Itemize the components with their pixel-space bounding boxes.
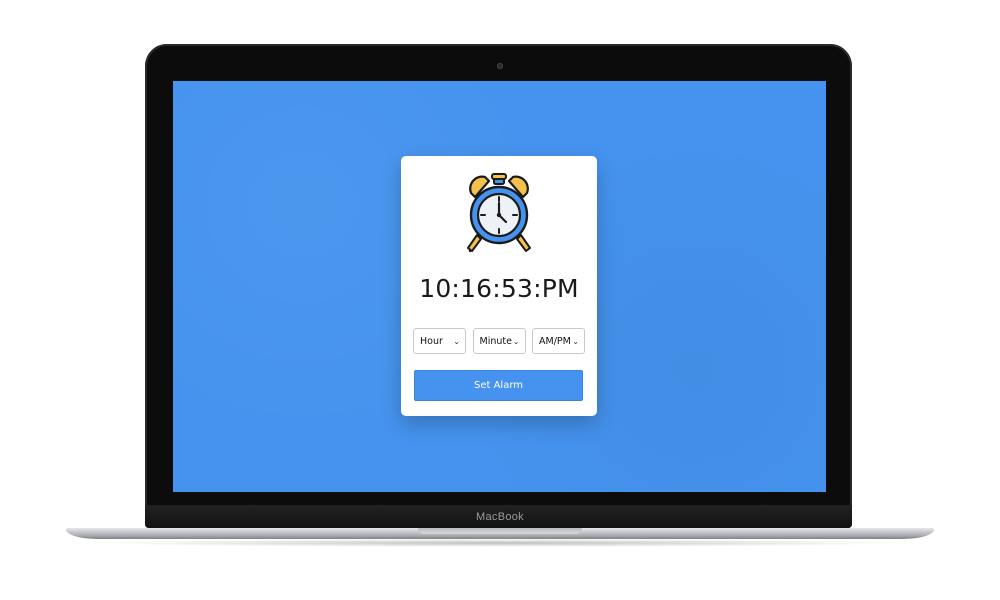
hour-select[interactable]: Hour ⌄	[413, 328, 466, 354]
chevron-down-icon: ⌄	[512, 336, 520, 346]
alarm-clock-icon	[467, 173, 531, 253]
ampm-select[interactable]: AM/PM ⌄	[532, 328, 585, 354]
screen: 10:16:53:PM Hour ⌄ Minute ⌄ AM/PM ⌄ Set …	[173, 81, 826, 492]
chevron-down-icon: ⌄	[453, 336, 460, 346]
chevron-down-icon: ⌄	[572, 336, 579, 346]
minute-select[interactable]: Minute ⌄	[472, 328, 526, 354]
brand-label: MacBook	[476, 511, 524, 523]
current-time: 10:16:53:PM	[419, 274, 579, 303]
laptop-notch	[418, 528, 582, 534]
ampm-select-label: AM/PM	[539, 335, 571, 347]
laptop-shadow	[90, 539, 910, 547]
camera-icon	[497, 63, 503, 69]
alarm-card: 10:16:53:PM Hour ⌄ Minute ⌄ AM/PM ⌄ Set …	[401, 156, 597, 416]
minute-select-label: Minute	[479, 335, 512, 347]
alarm-selects: Hour ⌄ Minute ⌄ AM/PM ⌄	[413, 328, 585, 356]
set-alarm-button[interactable]: Set Alarm	[414, 370, 583, 401]
hour-select-label: Hour	[420, 335, 443, 347]
laptop-frame: 10:16:53:PM Hour ⌄ Minute ⌄ AM/PM ⌄ Set …	[0, 0, 1000, 600]
